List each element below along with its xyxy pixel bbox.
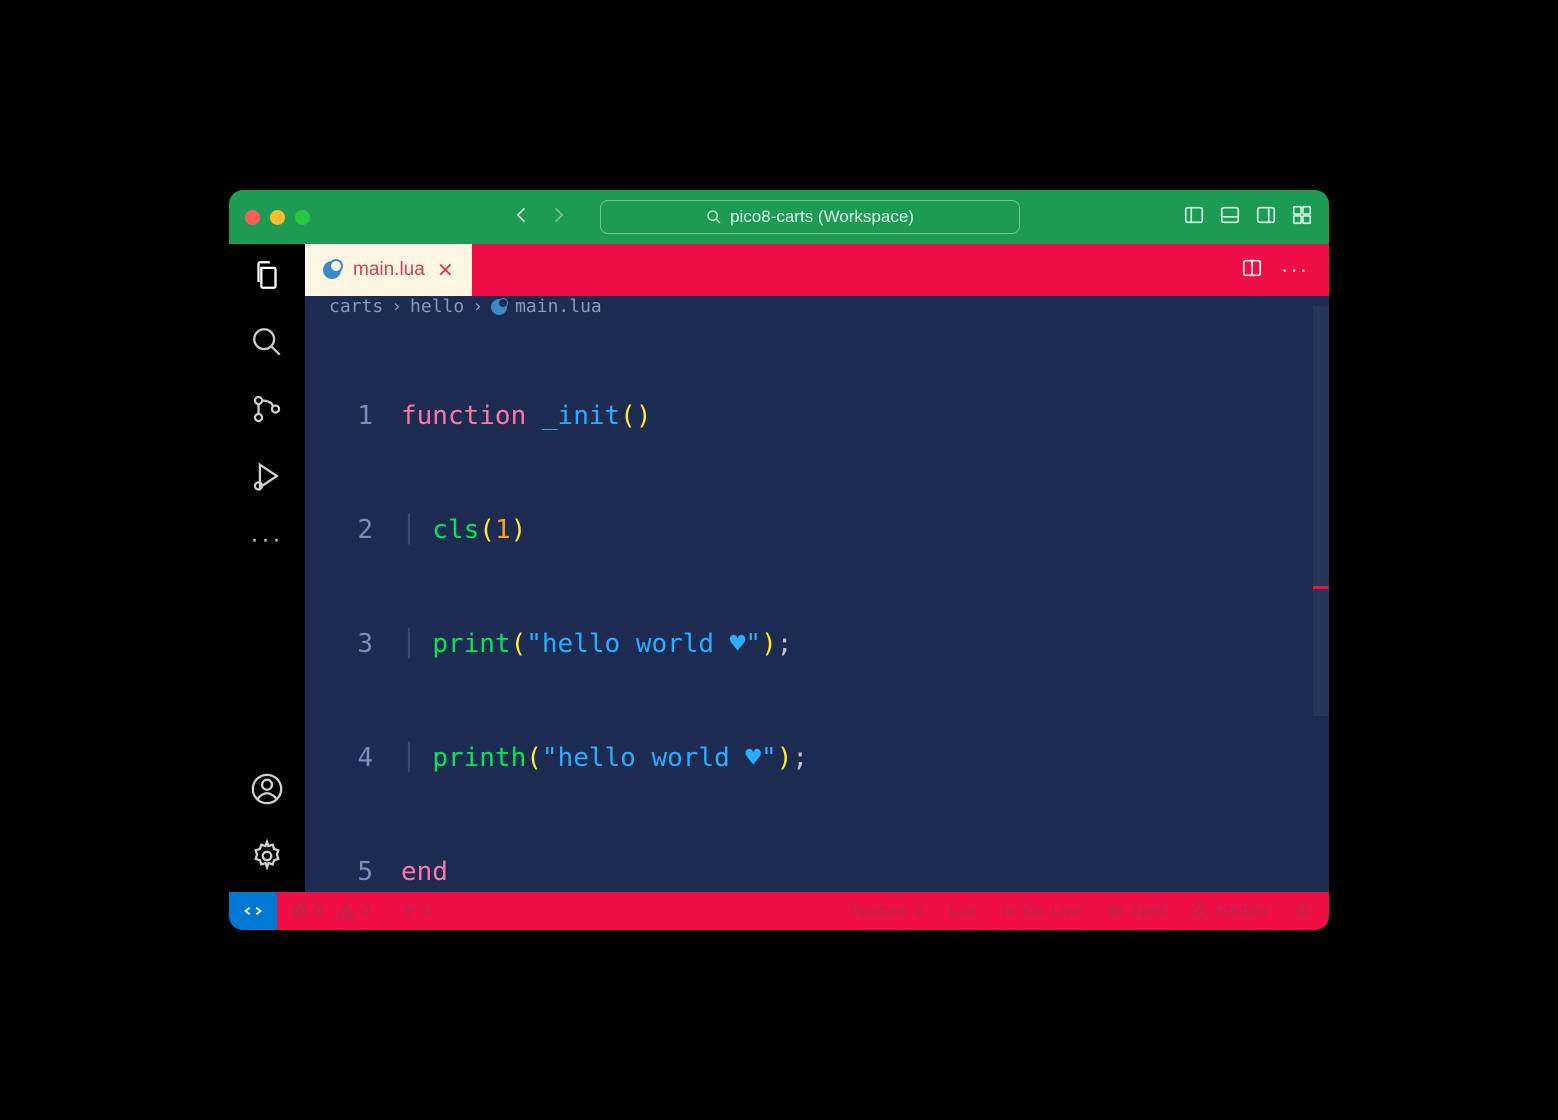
chevron-right-icon: › [472, 296, 483, 317]
toggle-panel-icon[interactable] [1219, 204, 1241, 231]
tab-label: main.lua [353, 259, 425, 281]
settings-gear-icon[interactable] [250, 839, 284, 878]
window-controls [245, 210, 310, 225]
line-number: 5 [305, 853, 401, 891]
lua-file-icon [491, 299, 507, 315]
editor-more-icon[interactable]: ··· [1281, 257, 1309, 283]
minimap-marker [1313, 586, 1329, 589]
titlebar: pico8-carts (Workspace) [229, 190, 1329, 244]
editor-actions: ··· [1241, 244, 1329, 296]
vscode-window: pico8-carts (Workspace) ··· [229, 190, 1329, 930]
command-center[interactable]: pico8-carts (Workspace) [600, 200, 1020, 234]
run-debug-icon[interactable] [250, 459, 284, 498]
close-window-button[interactable] [245, 210, 260, 225]
layout-controls [1183, 204, 1313, 231]
chevron-right-icon: › [391, 296, 402, 317]
source-control-icon[interactable] [250, 392, 284, 431]
explorer-icon[interactable] [250, 258, 284, 297]
breadcrumb[interactable]: carts › hello › main.lua [305, 296, 1313, 317]
nav-forward-button[interactable] [548, 205, 568, 230]
toggle-secondary-sidebar-icon[interactable] [1255, 204, 1277, 231]
breadcrumb-seg[interactable]: main.lua [515, 296, 602, 317]
toggle-primary-sidebar-icon[interactable] [1183, 204, 1205, 231]
search-icon [706, 209, 722, 225]
nav-arrows [512, 205, 568, 230]
minimap-viewport[interactable] [1313, 306, 1329, 716]
line-number: 2 [305, 511, 401, 549]
lua-file-icon [323, 261, 341, 279]
minimize-window-button[interactable] [270, 210, 285, 225]
editor-group: main.lua ✕ ··· carts › hello › [305, 244, 1329, 892]
tab-close-icon[interactable]: ✕ [437, 258, 454, 283]
line-number: 3 [305, 625, 401, 663]
editor-wrap: carts › hello › main.lua 1function _init… [305, 296, 1329, 892]
code-area[interactable]: 1function _init() 2│ cls(1) 3│ print("he… [305, 317, 1313, 930]
customize-layout-icon[interactable] [1291, 204, 1313, 231]
fullscreen-window-button[interactable] [295, 210, 310, 225]
tab-main-lua[interactable]: main.lua ✕ [305, 244, 472, 296]
text-editor[interactable]: carts › hello › main.lua 1function _init… [305, 296, 1313, 892]
breadcrumb-seg[interactable]: carts [329, 296, 383, 317]
breadcrumb-seg[interactable]: hello [410, 296, 464, 317]
minimap[interactable] [1313, 296, 1329, 892]
activity-bar: ··· [229, 244, 305, 892]
window-body: ··· main.lua ✕ ··· [229, 244, 1329, 892]
line-number: 4 [305, 739, 401, 777]
nav-back-button[interactable] [512, 205, 532, 230]
search-activity-icon[interactable] [250, 325, 284, 364]
accounts-icon[interactable] [250, 772, 284, 811]
line-number: 1 [305, 397, 401, 435]
more-activity-icon[interactable]: ··· [251, 526, 284, 554]
remote-button[interactable] [229, 892, 277, 930]
split-editor-icon[interactable] [1241, 257, 1263, 284]
command-center-text: pico8-carts (Workspace) [730, 207, 914, 227]
tab-bar: main.lua ✕ ··· [305, 244, 1329, 296]
